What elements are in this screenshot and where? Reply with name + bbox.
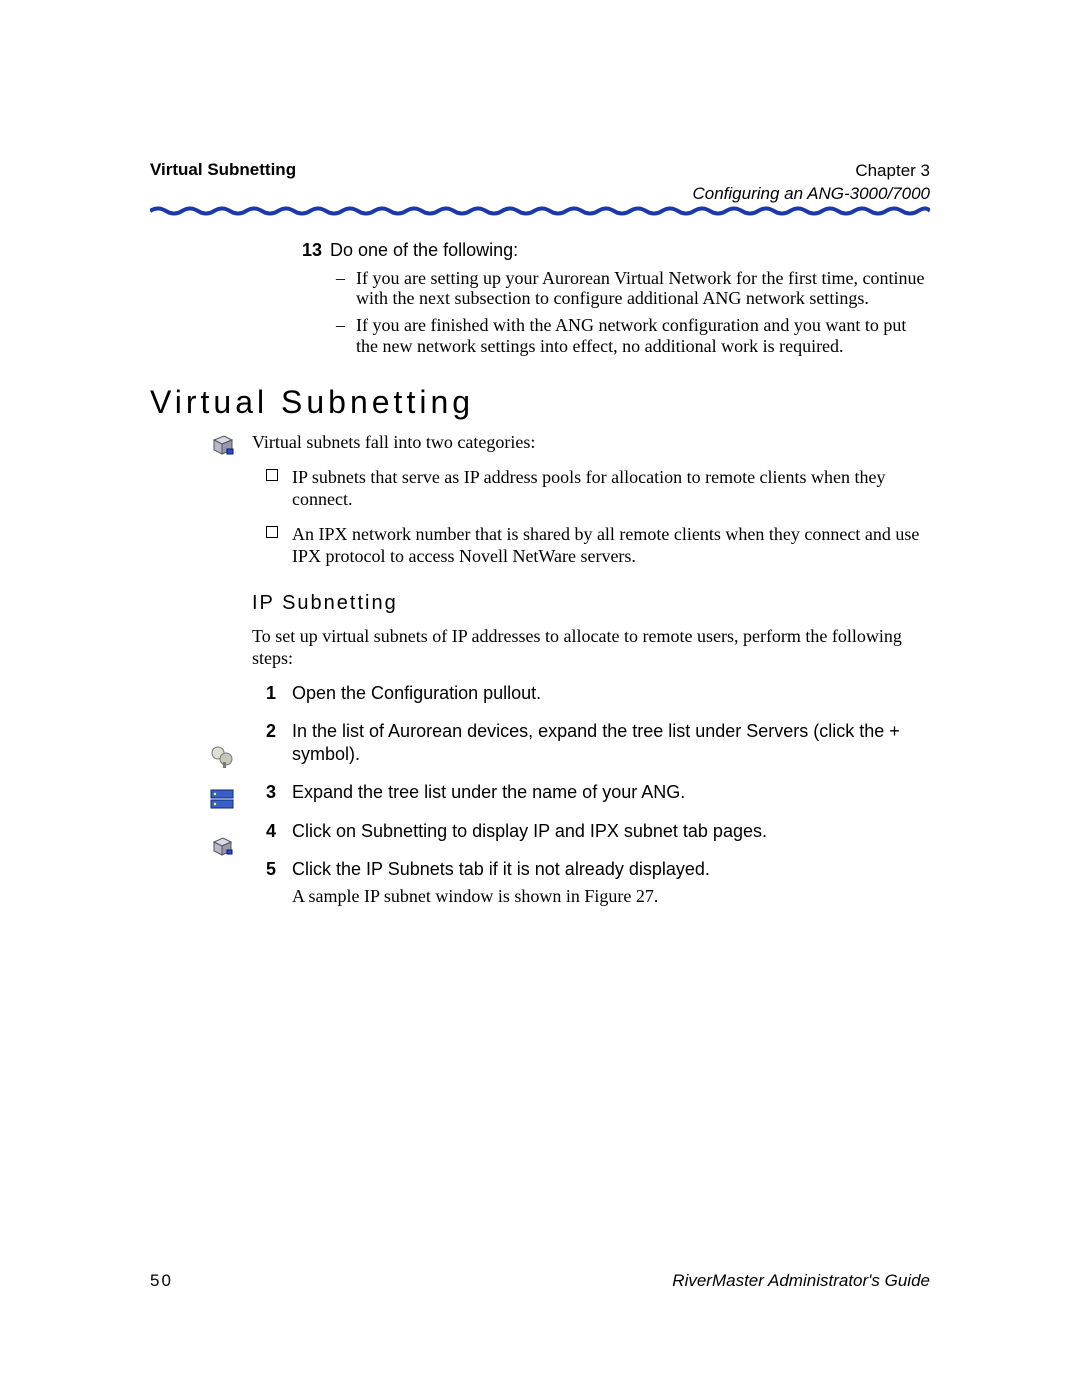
step-number: 13 [298, 240, 322, 262]
header-chapter: Chapter 3 [692, 160, 930, 183]
page-number: 50 [150, 1271, 173, 1291]
step-number: 3 [266, 781, 276, 804]
page-content: 13 Do one of the following: If you are s… [150, 240, 930, 923]
step-followup: A sample IP subnet window is shown in Fi… [292, 885, 930, 908]
step-number: 5 [266, 858, 276, 881]
step-item: 4 Click on Subnetting to display IP and … [252, 820, 930, 843]
cube-icon [208, 431, 236, 459]
checkbox-item: An IPX network number that is shared by … [252, 523, 930, 568]
config-pullout-icon [208, 743, 236, 771]
dash-list: If you are setting up your Aurorean Virt… [330, 268, 930, 357]
checkbox-text: IP subnets that serve as IP address pool… [292, 467, 886, 510]
continued-step-13: 13 Do one of the following: If you are s… [150, 240, 930, 356]
checkbox-icon [266, 526, 278, 538]
step-text: Expand the tree list under the name of y… [292, 782, 685, 802]
intro-paragraph: Virtual subnets fall into two categories… [252, 431, 930, 454]
checkbox-icon [266, 469, 278, 481]
step-number: 2 [266, 720, 276, 743]
header-right: Chapter 3 Configuring an ANG-3000/7000 [692, 160, 930, 206]
checkbox-text: An IPX network number that is shared by … [292, 524, 919, 567]
servers-icon [208, 785, 236, 813]
step-text: Click the IP Subnets tab if it is not al… [292, 859, 710, 879]
step-item: 1 Open the Configuration pullout. [252, 682, 930, 705]
footer-guide-title: RiverMaster Administrator's Guide [672, 1271, 930, 1291]
header-section-title: Virtual Subnetting [150, 160, 296, 180]
step-text: Click on Subnetting to display IP and IP… [292, 821, 767, 841]
wave-separator-icon [150, 206, 930, 216]
step-item: 5 Click the IP Subnets tab if it is not … [252, 858, 930, 907]
heading-ip-subnetting: IP Subnetting [252, 592, 930, 615]
cube-small-icon [208, 833, 236, 861]
dash-item: If you are setting up your Aurorean Virt… [330, 268, 930, 309]
header-subtitle: Configuring an ANG-3000/7000 [692, 183, 930, 206]
step-lead: Do one of the following: [330, 240, 930, 262]
step-number: 4 [266, 820, 276, 843]
heading-virtual-subnetting: Virtual Subnetting [150, 384, 930, 421]
numbered-steps: 1 Open the Configuration pullout. 2 In t… [252, 682, 930, 908]
step-item: 3 Expand the tree list under the name of… [252, 781, 930, 804]
step-item: 2 In the list of Aurorean devices, expan… [252, 720, 930, 765]
step-text: Open the Configuration pullout. [292, 683, 541, 703]
document-page: Virtual Subnetting Chapter 3 Configuring… [0, 0, 1080, 1397]
checkbox-item: IP subnets that serve as IP address pool… [252, 466, 930, 511]
dash-item: If you are finished with the ANG network… [330, 315, 930, 356]
h2-intro: To set up virtual subnets of IP addresse… [252, 625, 930, 670]
step-text: In the list of Aurorean devices, expand … [292, 721, 900, 764]
section-body: Virtual subnets fall into two categories… [150, 431, 930, 907]
step-number: 1 [266, 682, 276, 705]
checkbox-list: IP subnets that serve as IP address pool… [252, 466, 930, 568]
